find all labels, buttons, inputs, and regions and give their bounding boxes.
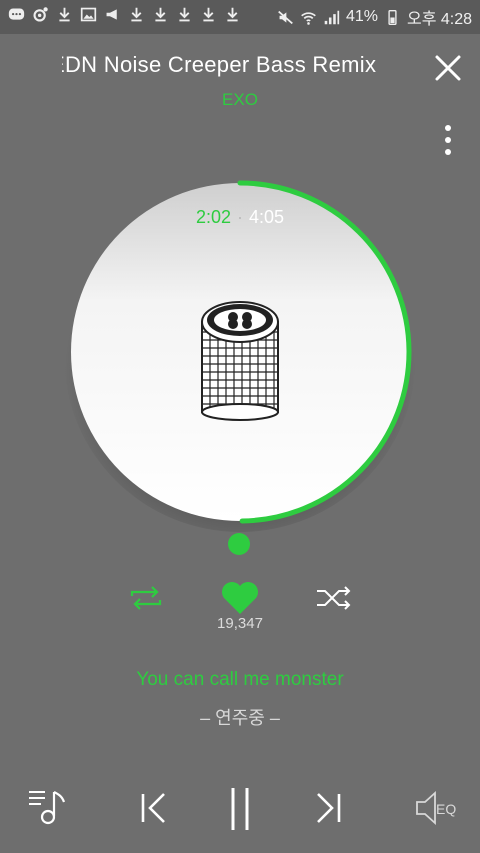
repeat-icon[interactable] [128,584,164,612]
pause-icon[interactable] [224,786,256,832]
system-status: 41% 오후 4:28 [277,5,472,29]
time-display: 2:02 · 4:05 [0,207,480,228]
wifi-icon [301,11,316,25]
shuffle-icon[interactable] [315,584,353,612]
signal-icon [324,10,340,24]
battery-percent: 41% [345,8,378,25]
notification-icons [8,6,241,23]
song-title-marquee: EDN Noise Creeper Bass Remix [62,52,414,86]
album-art [201,301,279,421]
more-options-icon[interactable] [436,122,460,158]
svg-text:EQ: EQ [436,801,456,817]
download-icon [227,7,238,22]
previous-icon[interactable] [138,790,170,826]
battery-icon [388,9,397,25]
playlist-icon[interactable] [26,786,68,828]
elapsed-time: 2:02 [195,207,231,227]
total-time: 4:05 [249,207,285,227]
next-icon[interactable] [312,790,344,826]
mute-icon [278,10,293,24]
lyric-next[interactable]: – 연주중 – [0,704,480,730]
seek-handle[interactable] [228,533,250,555]
like-count: 19,347 [217,615,263,632]
lyric-current[interactable]: You can call me monster [0,669,480,691]
heart-icon[interactable] [220,580,260,616]
download-icon [59,7,70,22]
time-separator: · [237,207,243,227]
image-icon [80,7,97,22]
equalizer-icon[interactable]: EQ [414,790,460,826]
download-icon [179,7,190,22]
download-icon [131,7,142,22]
chat-icon [8,8,25,20]
megaphone-icon [106,9,117,20]
download-icon [155,7,166,22]
song-title: EDN Noise Creeper Bass Remix [62,52,377,77]
status-bar: 41% 오후 4:28 [0,0,480,34]
artist-name[interactable]: EXO [0,90,480,110]
close-icon[interactable] [428,48,468,88]
download-icon [203,7,214,22]
music-icon [33,7,48,22]
clock: 오후 4:28 [406,11,472,28]
